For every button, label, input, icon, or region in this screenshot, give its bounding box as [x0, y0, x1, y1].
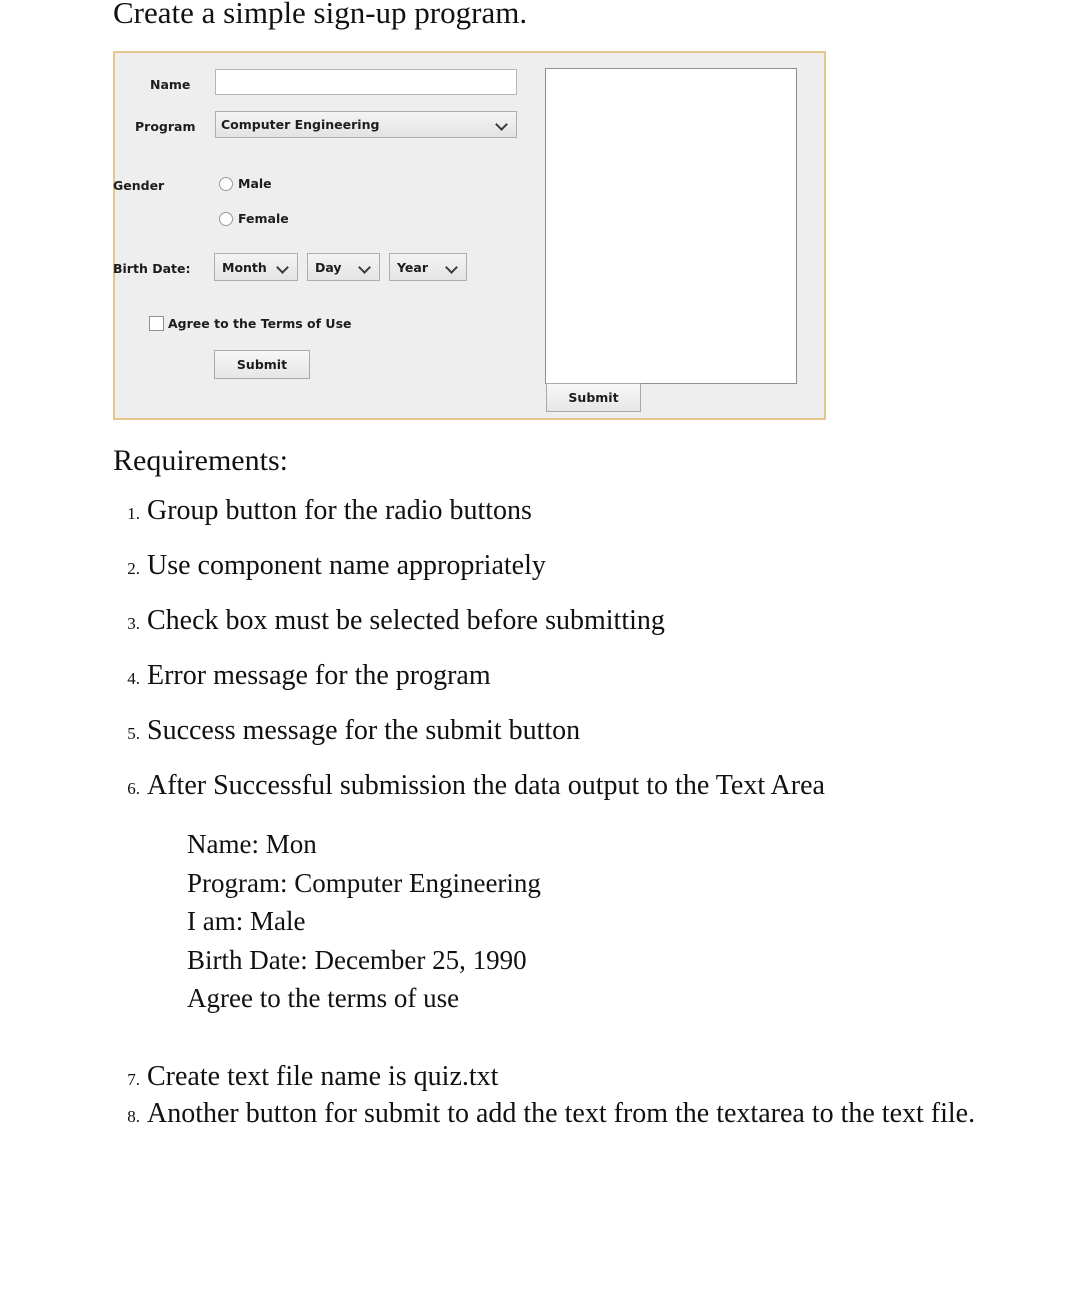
checkbox-icon [149, 316, 164, 331]
list-item-number: 8. [127, 1107, 140, 1126]
chevron-down-icon [496, 118, 509, 131]
list-item: 4. Error message for the program [113, 659, 1053, 692]
list-item-number: 1. [127, 504, 140, 523]
list-item-text: Success message for the submit button [147, 715, 581, 746]
sample-output-block: Name: Mon Program: Computer Engineering … [187, 829, 541, 1013]
agree-terms-label: Agree to the Terms of Use [168, 316, 352, 331]
list-item: 5. Success message for the submit button [113, 714, 1053, 747]
save-to-file-submit-button[interactable]: Submit [546, 383, 641, 412]
radio-icon [219, 211, 233, 226]
radio-icon [219, 176, 233, 191]
page-title: Create a simple sign-up program. [113, 0, 528, 30]
requirements-heading: Requirements: [113, 444, 288, 477]
output-textarea[interactable] [545, 68, 797, 384]
gender-radio-female[interactable]: Female [219, 211, 289, 226]
birth-month-select[interactable]: Month [214, 253, 298, 281]
list-item: 1. Group button for the radio buttons [113, 494, 1053, 527]
name-input[interactable] [215, 69, 517, 95]
list-item-text: Check box must be selected before submit… [147, 605, 665, 636]
gender-label: Gender [113, 178, 165, 193]
gender-radio-male-label: Male [238, 176, 272, 191]
list-item-number: 2. [127, 559, 140, 578]
list-item: 3. Check box must be selected before sub… [113, 604, 1053, 637]
list-item: 2. Use component name appropriately [113, 549, 1053, 582]
form-panel: Name Program Computer Engineering Gender… [113, 53, 824, 418]
list-item-number: 6. [127, 779, 140, 798]
list-item-number: 7. [127, 1070, 140, 1089]
program-select[interactable]: Computer Engineering [215, 111, 517, 138]
name-label: Name [150, 77, 191, 92]
list-item-text: Use component name appropriately [147, 550, 546, 581]
list-item-number: 5. [127, 724, 140, 743]
chevron-down-icon [359, 261, 372, 274]
birth-month-value: Month [222, 259, 267, 275]
program-selected-value: Computer Engineering [221, 117, 380, 132]
birth-day-select[interactable]: Day [307, 253, 380, 281]
birth-date-label: Birth Date: [113, 261, 191, 276]
list-item: 7. Create text file name is quiz.txt [113, 1060, 1053, 1093]
gender-radio-female-label: Female [238, 211, 289, 226]
list-item-text: After Successful submission the data out… [147, 770, 825, 801]
chevron-down-icon [446, 261, 459, 274]
list-item: 8. Another button for submit to add the … [113, 1097, 1053, 1130]
list-item: 6. After Successful submission the data … [113, 769, 1053, 802]
chevron-down-icon [277, 261, 290, 274]
requirements-list: 1. Group button for the radio buttons 2.… [113, 494, 1053, 824]
list-item-text: Group button for the radio buttons [147, 495, 532, 526]
list-item-text: Error message for the program [147, 660, 491, 691]
requirements-list-tail: 7. Create text file name is quiz.txt 8. … [113, 1060, 1053, 1134]
list-item-text: Create text file name is quiz.txt [147, 1061, 499, 1092]
submit-button[interactable]: Submit [214, 350, 310, 379]
birth-day-value: Day [315, 259, 342, 275]
signup-form-mockup: Name Program Computer Engineering Gender… [113, 51, 826, 420]
birth-year-value: Year [397, 259, 428, 275]
program-label: Program [135, 119, 196, 134]
list-item-text: Another button for submit to add the tex… [147, 1098, 976, 1129]
agree-terms-checkbox[interactable]: Agree to the Terms of Use [149, 316, 351, 331]
gender-radio-male[interactable]: Male [219, 176, 272, 191]
list-item-number: 4. [127, 669, 140, 688]
birth-year-select[interactable]: Year [389, 253, 467, 281]
list-item-number: 3. [127, 614, 140, 633]
